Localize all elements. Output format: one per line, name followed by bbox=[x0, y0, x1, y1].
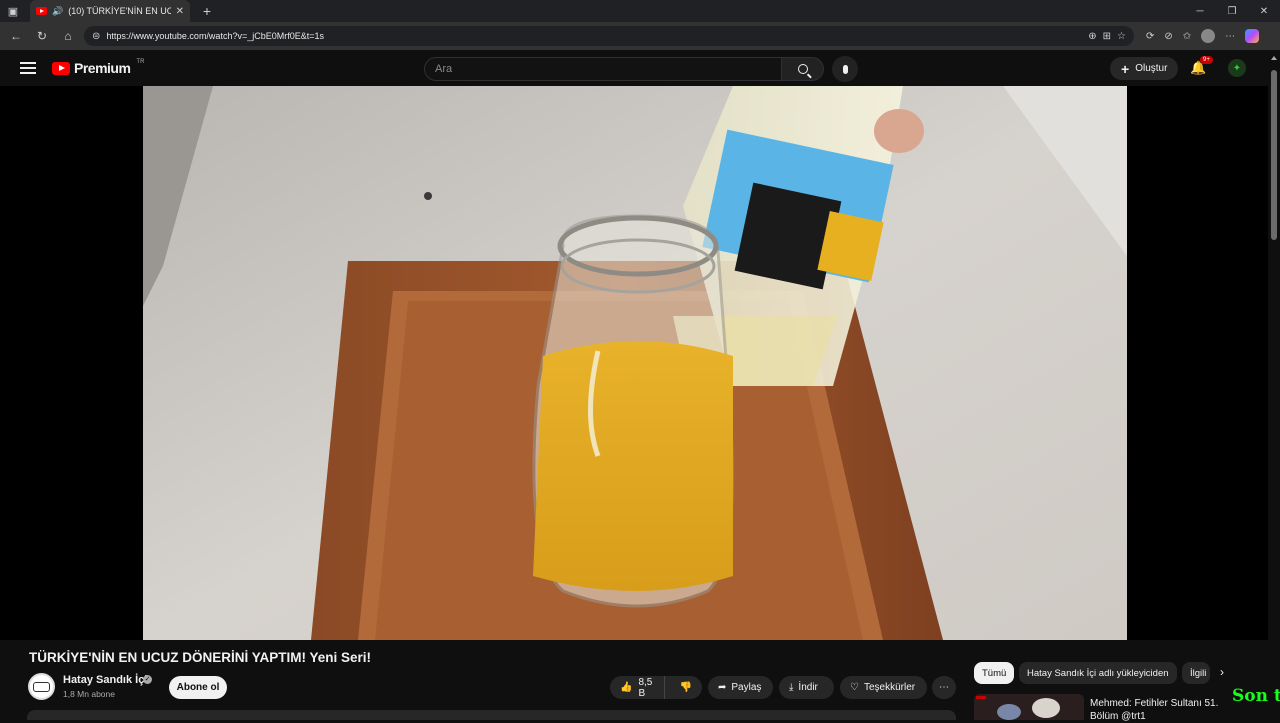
scroll-up-arrow-icon[interactable] bbox=[1271, 56, 1277, 60]
logo-text: Premium bbox=[74, 60, 131, 76]
profile-avatar[interactable] bbox=[1201, 29, 1216, 43]
voice-search-button[interactable] bbox=[832, 56, 858, 82]
like-dislike-group: 👍 8,5 B 👎 bbox=[610, 676, 702, 699]
translate-icon[interactable]: ⊕ bbox=[1088, 31, 1096, 42]
country-code: TR bbox=[136, 59, 145, 65]
share-label: Paylaş bbox=[731, 682, 762, 693]
new-tab-button[interactable]: + bbox=[196, 3, 218, 19]
video-player[interactable] bbox=[0, 86, 1268, 640]
browser-menu-icon[interactable]: ⋯ bbox=[1225, 31, 1235, 42]
minimize-button[interactable]: ─ bbox=[1184, 6, 1216, 17]
microphone-icon bbox=[842, 64, 848, 74]
download-button[interactable]: ⤓ İndir bbox=[779, 676, 834, 699]
youtube-favicon-icon bbox=[36, 7, 47, 15]
browser-tab-strip: ▣ 🔊 (10) TÜRKİYE'NİN EN UCUZ ✕ + ─ ❐ ✕ bbox=[0, 0, 1280, 22]
download-icon: ⤓ bbox=[789, 682, 794, 693]
thumbnail-image bbox=[974, 694, 1084, 720]
verified-check-icon: ✓ bbox=[143, 675, 152, 684]
share-icon: ➦ bbox=[718, 682, 727, 693]
thanks-heart-icon: ♡ bbox=[850, 682, 859, 693]
subscribe-button[interactable]: Abone ol bbox=[169, 676, 227, 699]
copilot-icon[interactable] bbox=[1245, 29, 1260, 43]
video-frame-image bbox=[143, 86, 1127, 640]
browser-tab[interactable]: 🔊 (10) TÜRKİYE'NİN EN UCUZ ✕ bbox=[30, 0, 190, 22]
user-avatar[interactable]: ✦ bbox=[1228, 59, 1246, 77]
url-field[interactable]: ⊜ https://www.youtube.com/watch?v=_jCbE0… bbox=[84, 26, 1134, 46]
description-box-edge[interactable] bbox=[27, 710, 956, 720]
chip-all[interactable]: Tümü bbox=[974, 662, 1015, 684]
search-button[interactable] bbox=[782, 57, 824, 81]
audio-playing-icon[interactable]: 🔊 bbox=[52, 6, 63, 17]
plus-icon: + bbox=[1121, 60, 1130, 77]
address-bar-row: ← ↻ ⌂ ⊜ https://www.youtube.com/watch?v=… bbox=[0, 22, 1280, 50]
video-frame[interactable] bbox=[143, 86, 1127, 640]
search-icon bbox=[797, 64, 808, 74]
favorites-icon[interactable]: ✩ bbox=[1183, 31, 1191, 42]
channel-name[interactable]: Hatay Sandık İçi bbox=[63, 674, 147, 686]
like-button[interactable]: 👍 8,5 B bbox=[610, 676, 665, 699]
download-label: İndir bbox=[798, 682, 818, 693]
chip-related[interactable]: İlgili bbox=[1182, 662, 1210, 684]
refresh-icon[interactable]: ↻ bbox=[32, 26, 52, 46]
page-scrollbar[interactable] bbox=[1268, 50, 1280, 720]
thanks-button[interactable]: ♡ Teşekkürler bbox=[840, 676, 927, 699]
share-button[interactable]: ➦ Paylaş bbox=[708, 676, 773, 699]
video-title: TÜRKİYE'NİN EN UCUZ DÖNERİNİ YAPTIM! Yen… bbox=[29, 650, 372, 665]
favorite-star-icon[interactable]: ☆ bbox=[1117, 31, 1126, 42]
reading-view-icon[interactable]: ⊞ bbox=[1103, 31, 1111, 42]
recommended-title[interactable]: Mehmed: Fetihler Sultanı 51. Bölüm @trt1 bbox=[1090, 697, 1220, 723]
overlay-text: Son t bbox=[1232, 686, 1280, 706]
extensions-icon[interactable]: ⟳ bbox=[1146, 31, 1154, 42]
thanks-label: Teşekkürler bbox=[863, 682, 916, 693]
notifications-badge: 9+ bbox=[1200, 56, 1213, 64]
home-icon[interactable]: ⌂ bbox=[58, 26, 78, 46]
thumbs-down-icon: 👎 bbox=[679, 682, 692, 693]
youtube-play-icon bbox=[52, 61, 70, 75]
chevron-right-icon[interactable]: › bbox=[1220, 665, 1224, 679]
youtube-logo[interactable]: Premium TR bbox=[52, 59, 145, 76]
like-count: 8,5 B bbox=[638, 676, 653, 699]
restore-button[interactable]: ❐ bbox=[1216, 6, 1248, 17]
site-info-icon[interactable]: ⊜ bbox=[92, 31, 100, 42]
channel-avatar[interactable] bbox=[28, 673, 55, 700]
chip-from-uploader[interactable]: Hatay Sandık İçi adlı yükleyiciden bbox=[1019, 662, 1177, 684]
search-bar bbox=[424, 56, 858, 82]
url-text[interactable]: https://www.youtube.com/watch?v=_jCbE0Mr… bbox=[106, 31, 1082, 41]
back-icon[interactable]: ← bbox=[6, 26, 26, 46]
close-tab-icon[interactable]: ✕ bbox=[176, 6, 184, 17]
window-controls: ─ ❐ ✕ bbox=[1184, 6, 1280, 17]
split-screen-icon[interactable]: ⊘ bbox=[1164, 31, 1172, 42]
more-actions-button[interactable]: ⋯ bbox=[932, 676, 956, 699]
scrollbar-thumb[interactable] bbox=[1271, 70, 1277, 240]
tab-title: (10) TÜRKİYE'NİN EN UCUZ bbox=[68, 6, 171, 16]
youtube-header: Premium TR + Oluştur 🔔 9+ ✦ bbox=[0, 50, 1280, 86]
dislike-button[interactable]: 👎 bbox=[670, 682, 702, 693]
recommended-thumbnail[interactable] bbox=[974, 694, 1084, 720]
create-button[interactable]: + Oluştur bbox=[1110, 57, 1179, 80]
create-label: Oluştur bbox=[1135, 63, 1168, 74]
search-input[interactable] bbox=[424, 57, 782, 81]
thumbs-up-icon: 👍 bbox=[620, 682, 633, 693]
window-menu-icon[interactable]: ▣ bbox=[0, 0, 26, 22]
subscriber-count: 1,8 Mn abone bbox=[63, 689, 115, 699]
toolbar-icons: ⟳ ⊘ ✩ ⋯ bbox=[1146, 29, 1260, 43]
menu-icon[interactable] bbox=[20, 62, 36, 74]
close-window-button[interactable]: ✕ bbox=[1248, 6, 1280, 17]
